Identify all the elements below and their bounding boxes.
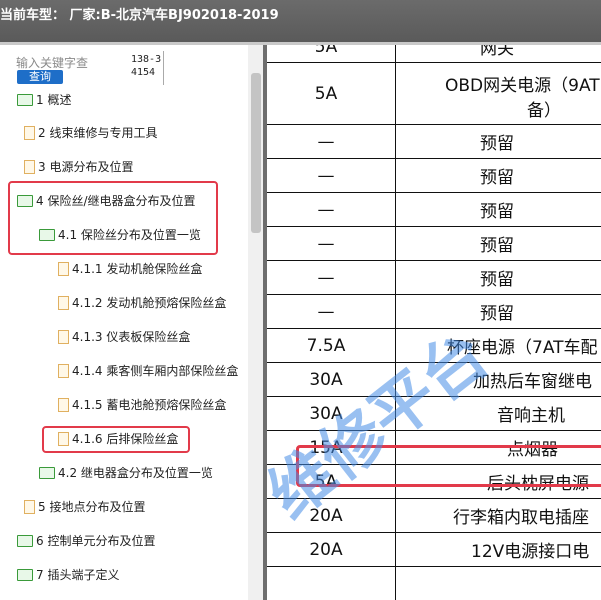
document-view: 5A 网关 5A OBD网关电源（9AT 备） — 预留 — 预留 — 预留 —…: [267, 45, 601, 600]
tree-item-power-distribution[interactable]: 3 电源分布及位置: [24, 156, 133, 178]
fuse-function: 预留: [480, 236, 514, 256]
search-divider: [163, 51, 164, 85]
table-row: — 预留: [267, 295, 601, 329]
table-row: — 预留: [267, 159, 601, 193]
table-row: 20A 行李箱内取电插座: [267, 499, 601, 533]
fuse-function: 预留: [480, 134, 514, 154]
table-row: — 预留: [267, 125, 601, 159]
document-icon: [24, 500, 35, 514]
folder-icon: [17, 569, 33, 581]
document-icon: [58, 296, 69, 310]
search-button[interactable]: 查询: [17, 70, 63, 84]
tree-item-battery-prefuse-box[interactable]: 4.1.5 蓄电池舱预熔保险丝盒: [58, 394, 226, 416]
fuse-function: 网关: [480, 45, 514, 59]
table-row: — 预留: [267, 193, 601, 227]
fuse-rating: 7.5A: [306, 335, 346, 356]
document-icon: [24, 160, 35, 174]
document-icon: [58, 330, 69, 344]
title-bar: 当前车型： 厂家:B-北京汽车BJ902018-2019: [0, 0, 601, 42]
folder-icon: [17, 535, 33, 547]
fuse-rating: 20A: [309, 539, 343, 560]
document-icon: [24, 126, 35, 140]
fuse-function: 12V电源接口电: [471, 542, 590, 562]
fuse-rating: —: [317, 165, 335, 186]
tree-item-label: 1 概述: [36, 93, 72, 107]
table-row: 5A OBD网关电源（9AT 备）: [267, 63, 601, 125]
table-row: 7.5A 杯座电源（7AT车配: [267, 329, 601, 363]
tree-item-label: 5 接地点分布及位置: [38, 500, 146, 514]
fuse-function-line: 备）: [527, 101, 561, 121]
tree-item-label: 4.1.2 发动机舱预熔保险丝盒: [72, 296, 227, 310]
window-title: 当前车型： 厂家:B-北京汽车BJ902018-2019: [0, 8, 279, 23]
tree-item-label: 4.1.1 发动机舱保险丝盒: [72, 262, 203, 276]
fuse-rating: —: [317, 267, 335, 288]
tree-item-label: 2 线束维修与专用工具: [38, 126, 158, 140]
fuse-function-line: OBD网关电源（9AT: [445, 76, 600, 96]
tree-item-label: 6 控制单元分布及位置: [36, 534, 156, 548]
fuse-function: 加热后车窗继电: [473, 372, 592, 392]
fuse-rating: —: [317, 131, 335, 152]
tree-item-label: 7 插头端子定义: [36, 568, 120, 582]
table-row: — 预留: [267, 261, 601, 295]
highlight-box: [42, 426, 190, 453]
folder-icon: [17, 94, 33, 106]
fuse-rating: 20A: [309, 505, 343, 526]
tree-item-label: 4.2 继电器盒分布及位置一览: [58, 466, 213, 480]
folder-icon: [39, 467, 55, 479]
navigation-panel: 查询 138-34154 1 概述 2 线束维修与专用工具 3 电源分布及位置 …: [0, 45, 263, 600]
highlight-box: [296, 445, 601, 487]
tree-item-label: 4.1.3 仪表板保险丝盒: [72, 330, 191, 344]
fuse-function: 预留: [480, 202, 514, 222]
tree-item-label: 4.1.5 蓄电池舱预熔保险丝盒: [72, 398, 227, 412]
tree-item-instrument-fuse-box[interactable]: 4.1.3 仪表板保险丝盒: [58, 326, 190, 348]
tree-item-relay-overview[interactable]: 4.2 继电器盒分布及位置一览: [39, 462, 213, 484]
fuse-function: OBD网关电源（9AT 备）: [445, 71, 601, 121]
table-row: — 预留: [267, 227, 601, 261]
fuse-rating: —: [317, 301, 335, 322]
fuse-function: 杯座电源（7AT车配: [447, 338, 598, 358]
scrollbar-thumb[interactable]: [251, 73, 261, 233]
tree-item-control-units[interactable]: 6 控制单元分布及位置: [17, 530, 155, 552]
highlight-box: [8, 181, 218, 255]
phone-number: 138-34154: [131, 54, 162, 78]
tree-item-passenger-fuse-box[interactable]: 4.1.4 乘客侧车厢内部保险丝盒: [58, 360, 238, 382]
fuse-function: 预留: [480, 168, 514, 188]
tree-item-ground-points[interactable]: 5 接地点分布及位置: [24, 496, 145, 518]
tree-item-overview[interactable]: 1 概述: [17, 89, 71, 111]
table-row: 30A 音响主机: [267, 397, 601, 431]
table-row: 5A 网关: [267, 45, 601, 63]
fuse-rating: 30A: [309, 369, 343, 390]
document-icon: [58, 398, 69, 412]
tree-item-label: 4.1.4 乘客侧车厢内部保险丝盒: [72, 364, 239, 378]
fuse-rating: —: [317, 199, 335, 220]
tree-item-engine-prefuse-box[interactable]: 4.1.2 发动机舱预熔保险丝盒: [58, 292, 226, 314]
fuse-function: 音响主机: [497, 406, 565, 426]
fuse-rating: —: [317, 233, 335, 254]
fuse-function: 预留: [480, 304, 514, 324]
document-icon: [58, 364, 69, 378]
fuse-function: 预留: [480, 270, 514, 290]
tree-item-engine-fuse-box[interactable]: 4.1.1 发动机舱保险丝盒: [58, 258, 202, 280]
table-row: 30A 加热后车窗继电: [267, 363, 601, 397]
fuse-rating: 5A: [314, 83, 338, 104]
table-row: 20A 12V电源接口电: [267, 533, 601, 567]
tree-item-harness-repair[interactable]: 2 线束维修与专用工具: [24, 122, 157, 144]
document-icon: [58, 262, 69, 276]
fuse-function: 行李箱内取电插座: [453, 508, 589, 528]
tree-item-label: 3 电源分布及位置: [38, 160, 134, 174]
tree-item-connector-pinouts[interactable]: 7 插头端子定义: [17, 564, 119, 586]
fuse-rating: 5A: [314, 45, 338, 57]
fuse-rating: 30A: [309, 403, 343, 424]
